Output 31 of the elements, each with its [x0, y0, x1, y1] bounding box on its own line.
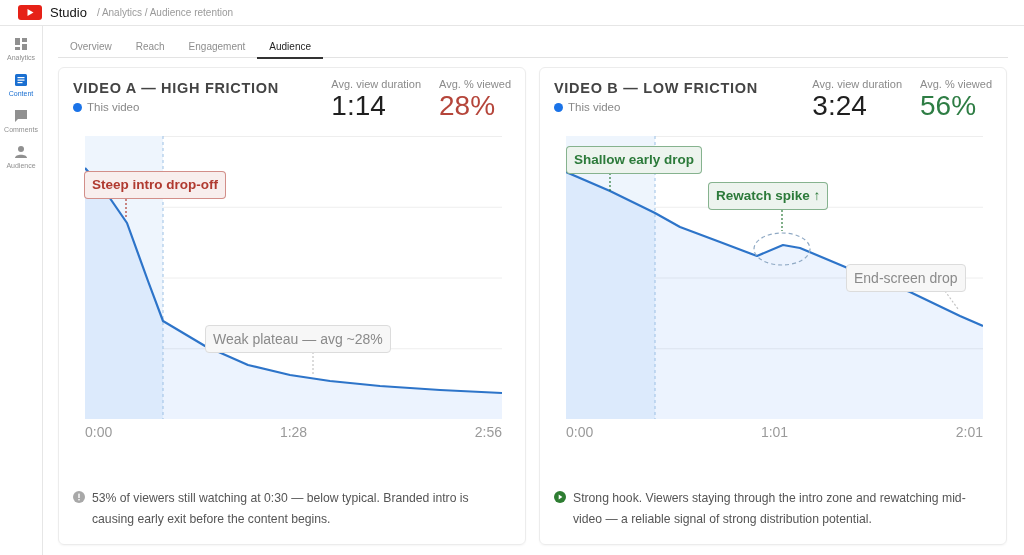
stat-label: Avg. % viewed: [920, 78, 992, 90]
axis-label: 1:01: [760, 424, 789, 440]
callout-label: Weak plateau — avg ~28%: [205, 325, 391, 353]
legend-label: This video: [568, 101, 621, 113]
axis-label: 2:56: [474, 424, 502, 440]
callout-label: Rewatch spike ↑: [708, 182, 829, 210]
axis-label: 0:00: [566, 424, 594, 440]
stat-label: Avg. % viewed: [439, 78, 511, 90]
callout-label: End-screen drop: [846, 264, 966, 292]
stat-label: Avg. view duration: [812, 78, 903, 90]
axis-label: 0:00: [85, 424, 113, 440]
callout-label: Steep intro drop-off: [84, 171, 226, 199]
stat-value: 28%: [439, 90, 497, 122]
legend-label: This video: [87, 101, 140, 113]
tab[interactable]: Audience: [257, 36, 323, 59]
insight-text: Strong hook. Viewers staying through the intro zone and rewatching mid-video — a reliable signal of strong distribution potential.: [573, 490, 967, 528]
card-title: VIDEO A — HIGH FRICTION: [73, 80, 280, 96]
stat-value: 1:14: [331, 90, 387, 122]
tab[interactable]: Overview: [58, 36, 124, 59]
insight-text: 53% of viewers still watching at 0:30 — below typical. Branded intro is causing early exit before the content begins.: [92, 490, 470, 528]
breadcrumb: / Analytics / Audience retention: [96, 7, 234, 18]
stat-value: 3:24: [812, 90, 868, 122]
stat-label: Avg. view duration: [331, 78, 422, 90]
tab[interactable]: Reach: [123, 36, 177, 59]
callout-label: Shallow early drop: [566, 146, 703, 174]
axis-label: 2:01: [955, 424, 983, 440]
axis-label: 1:28: [279, 424, 308, 440]
stat-value: 56%: [920, 90, 978, 122]
app-name: Studio: [50, 5, 87, 20]
card-title: VIDEO B — LOW FRICTION: [554, 80, 759, 96]
tab[interactable]: Engagement: [176, 36, 258, 59]
